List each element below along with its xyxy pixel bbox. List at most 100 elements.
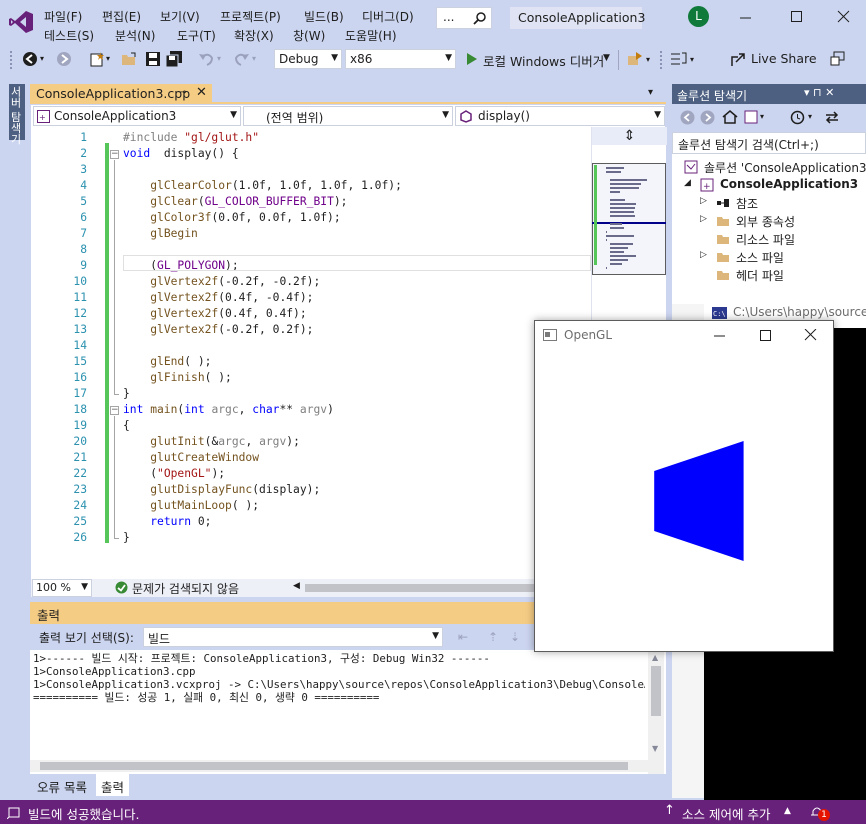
more-icon[interactable]: ▾ <box>646 55 650 64</box>
header-files-node[interactable]: 헤더 파일 <box>672 266 866 284</box>
panel-controls[interactable]: ▾ ⊓ ✕ <box>804 86 834 99</box>
home-icon[interactable] <box>722 109 738 125</box>
code-line[interactable]: ("OpenGL"); <box>123 467 225 480</box>
sync-icon[interactable] <box>824 109 840 125</box>
opengl-close-button[interactable] <box>804 329 818 341</box>
tab-overflow-icon[interactable]: ▾ <box>648 87 653 98</box>
code-line[interactable]: { <box>123 419 130 432</box>
tab-error-list[interactable]: 오류 목록 <box>32 774 92 796</box>
menu-item[interactable]: 도구(T) <box>177 27 216 44</box>
switch-views-icon[interactable] <box>744 110 758 124</box>
collapsed-arrow-icon[interactable]: ▷ <box>700 214 707 224</box>
code-line[interactable]: glutMainLoop( ); <box>123 499 259 512</box>
code-line[interactable]: glClearColor(1.0f, 1.0f, 1.0f, 1.0f); <box>123 179 402 192</box>
references-node[interactable]: ▷ 참조 <box>672 194 866 212</box>
minimize-button[interactable] <box>738 10 754 24</box>
external-dependencies-node[interactable]: ▷ 외부 종속성 <box>672 212 866 230</box>
menu-item[interactable]: 확장(X) <box>234 27 274 44</box>
step-icon[interactable] <box>670 51 688 67</box>
menu-item[interactable]: 분석(N) <box>115 27 155 44</box>
opengl-maximize-button[interactable] <box>759 329 773 341</box>
views-dropdown-icon[interactable]: ▾ <box>760 112 764 121</box>
redo-icon[interactable] <box>232 51 250 67</box>
redo-dropdown-icon[interactable]: ▾ <box>252 54 256 63</box>
next-message-icon[interactable]: ⇣ <box>510 630 520 644</box>
new-dropdown-icon[interactable]: ▾ <box>106 54 110 63</box>
code-area[interactable]: #include "gl/glut.h" void display() { glC… <box>123 127 591 579</box>
opengl-title-bar[interactable]: OpenGL <box>535 321 833 351</box>
project-scope-dropdown[interactable]: + ConsoleApplication3 ▼ <box>33 106 241 126</box>
output-vertical-scrollbar[interactable]: ▲ ▼ <box>648 652 664 778</box>
prev-message-icon[interactable]: ⇡ <box>488 630 498 644</box>
step-dropdown-icon[interactable]: ▾ <box>690 55 694 64</box>
horizontal-scrollbar-thumb[interactable] <box>305 584 535 592</box>
feedback-icon[interactable] <box>830 51 846 67</box>
status-output-icon[interactable] <box>7 805 21 819</box>
collapse-icon[interactable]: − <box>110 406 119 415</box>
tab-close-icon[interactable]: ✕ <box>196 85 207 100</box>
find-message-icon[interactable]: ⇤ <box>458 630 468 644</box>
scroll-up-icon[interactable]: ▲ <box>652 653 658 662</box>
code-line[interactable]: } <box>123 387 130 400</box>
output-horizontal-scrollbar[interactable] <box>30 760 648 772</box>
menu-item[interactable]: 디버그(D) <box>362 8 414 25</box>
forward-icon[interactable] <box>56 51 72 67</box>
member-scope-dropdown[interactable]: display() ▼ <box>455 106 665 126</box>
code-line[interactable]: int main(int argc, char** argv) <box>123 403 334 416</box>
resource-files-node[interactable]: 리소스 파일 <box>672 230 866 248</box>
save-all-icon[interactable] <box>166 51 182 67</box>
undo-icon[interactable] <box>198 51 216 67</box>
tab-consoleapplication3-cpp[interactable]: ConsoleApplication3.cpp ⊸ ✕ <box>30 84 212 104</box>
menu-item[interactable]: 파일(F) <box>44 8 82 25</box>
code-line[interactable]: void display() { <box>123 147 239 160</box>
source-control-label[interactable]: 소스 제어에 추가 <box>682 804 770 823</box>
code-line[interactable]: glColor3f(0.0f, 0.0f, 1.0f); <box>123 211 340 224</box>
code-line[interactable]: glFinish( ); <box>123 371 232 384</box>
output-scroll-thumb[interactable] <box>651 666 661 716</box>
code-line[interactable]: glVertex2f(-0.2f, -0.2f); <box>123 275 320 288</box>
search-box[interactable]: ... <box>436 7 492 29</box>
code-line[interactable]: #include "gl/glut.h" <box>123 131 259 144</box>
open-folder-icon[interactable] <box>121 51 137 67</box>
code-line[interactable]: glClear(GL_COLOR_BUFFER_BIT); <box>123 195 354 208</box>
save-icon[interactable] <box>145 51 161 67</box>
menu-item[interactable]: 도움말(H) <box>345 27 397 44</box>
server-explorer-strip[interactable]: 서버 탐색기 <box>0 78 28 798</box>
close-button[interactable] <box>836 10 852 24</box>
undo-dropdown-icon[interactable]: ▾ <box>217 54 221 63</box>
code-line[interactable]: } <box>123 531 130 544</box>
back-icon[interactable] <box>680 110 695 125</box>
platform-dropdown[interactable]: x86 ▼ <box>345 49 456 69</box>
collapsed-arrow-icon[interactable]: ▷ <box>700 196 707 206</box>
code-line[interactable]: glVertex2f(0.4f, 0.4f); <box>123 307 306 320</box>
code-line[interactable]: glVertex2f(-0.2f, 0.2f); <box>123 323 313 336</box>
code-line[interactable]: glutInit(&argc, argv); <box>123 435 300 448</box>
pending-changes-icon[interactable] <box>790 110 805 125</box>
menu-item[interactable]: 보기(V) <box>160 8 200 25</box>
code-line[interactable]: (GL_POLYGON); <box>123 259 238 272</box>
scroll-down-icon[interactable]: ▼ <box>652 744 658 753</box>
split-icon[interactable]: ⇕ <box>592 127 667 145</box>
global-scope-dropdown[interactable]: (전역 범위) ▼ <box>243 106 453 126</box>
output-source-dropdown[interactable]: 빌드 ▼ <box>143 627 443 647</box>
code-line[interactable]: glVertex2f(0.4f, -0.4f); <box>123 291 313 304</box>
pending-dropdown-icon[interactable]: ▾ <box>808 112 812 121</box>
menu-item[interactable]: 편집(E) <box>102 8 141 25</box>
output-text[interactable]: 1>------ 빌드 시작: 프로젝트: ConsoleApplication… <box>33 652 645 766</box>
new-project-icon[interactable] <box>89 51 105 67</box>
project-node[interactable]: ◢ + ConsoleApplication3 <box>672 176 866 194</box>
menu-item[interactable]: 프로젝트(P) <box>220 8 281 25</box>
pin-icon[interactable]: ⊸ <box>178 87 186 98</box>
source-files-node[interactable]: ▷ 소스 파일 <box>672 248 866 266</box>
opengl-minimize-button[interactable] <box>713 329 727 341</box>
solution-search-box[interactable]: 솔루션 탐색기 검색(Ctrl+;) <box>672 132 866 154</box>
hot-reload-icon[interactable] <box>627 51 643 67</box>
menu-item[interactable]: 빌드(B) <box>304 8 344 25</box>
output-hscroll-thumb[interactable] <box>40 762 628 770</box>
menu-item[interactable]: 테스트(S) <box>44 27 94 44</box>
zoom-dropdown[interactable]: 100 % ▼ <box>32 579 92 597</box>
config-dropdown[interactable]: Debug ▼ <box>274 49 342 69</box>
code-line[interactable]: glutCreateWindow <box>123 451 259 464</box>
menu-item[interactable]: 창(W) <box>293 27 325 44</box>
forward-icon[interactable] <box>700 110 715 125</box>
